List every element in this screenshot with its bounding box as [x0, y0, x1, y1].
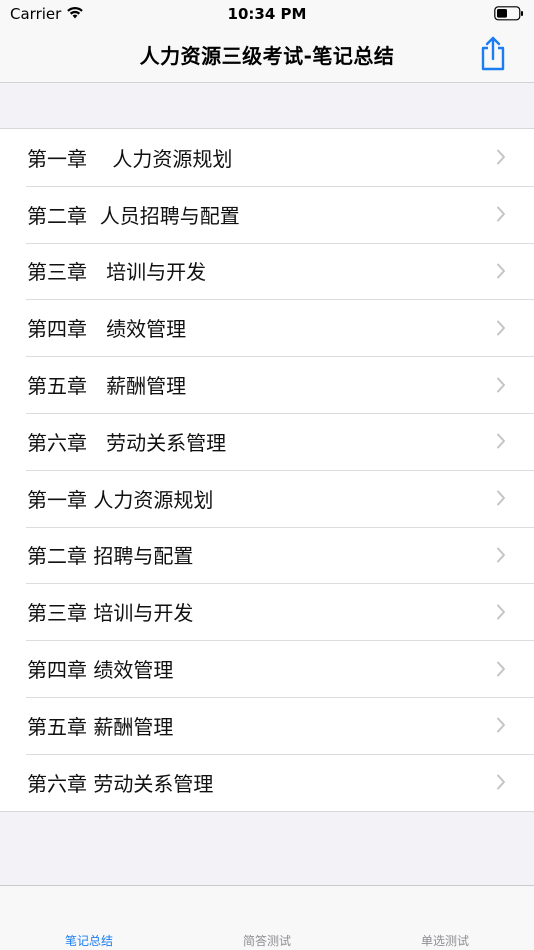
status-bar: Carrier 10:34 PM	[0, 0, 534, 28]
list-item-label: 第一章 人力资源规划	[27, 487, 214, 512]
list-item[interactable]: 第三章 培训与开发	[0, 242, 534, 300]
chevron-right-icon	[497, 206, 505, 222]
list-item[interactable]: 第二章 招聘与配置	[0, 526, 534, 584]
chevron-right-icon	[497, 149, 505, 165]
screen: Carrier 10:34 PM 人力资源三级考试-笔记总结 第一章 人力资源规…	[0, 0, 534, 950]
list-item[interactable]: 第三章 培训与开发	[0, 583, 534, 640]
list-item[interactable]: 第二章 人员招聘与配置	[0, 185, 534, 243]
list-item[interactable]: 第六章 劳动关系管理	[0, 753, 534, 811]
chevron-right-icon	[497, 604, 505, 620]
battery-icon	[494, 6, 523, 21]
navigation-bar: 人力资源三级考试-笔记总结	[0, 28, 534, 83]
chevron-right-icon	[497, 661, 505, 677]
chevron-right-icon	[497, 433, 505, 449]
list-item[interactable]: 第四章 绩效管理	[0, 640, 534, 697]
chevron-right-icon	[497, 490, 505, 506]
list-item-label: 第五章 薪酬管理	[27, 714, 174, 739]
chevron-right-icon	[497, 320, 505, 336]
tab-notes-summary[interactable]: 笔记总结	[0, 932, 178, 949]
page-title: 人力资源三级考试-笔记总结	[139, 44, 395, 68]
tab-bar: 笔记总结 简答测试 单选测试	[0, 885, 534, 950]
list-item[interactable]: 第五章 薪酬管理	[0, 696, 534, 754]
list-item-label: 第二章 招聘与配置	[27, 544, 194, 569]
chevron-right-icon	[497, 774, 505, 790]
list-item-label: 第四章 绩效管理	[27, 658, 174, 683]
chevron-right-icon	[497, 377, 505, 393]
chevron-right-icon	[497, 717, 505, 733]
status-time: 10:34 PM	[227, 5, 307, 23]
list-item[interactable]: 第一章 人力资源规划	[0, 129, 534, 186]
list-item[interactable]: 第四章 绩效管理	[0, 299, 534, 356]
tab-single-choice-test[interactable]: 单选测试	[356, 932, 534, 949]
list-item[interactable]: 第六章 劳动关系管理	[0, 412, 534, 470]
list-item-label: 第六章 劳动关系管理	[27, 771, 214, 796]
tab-short-answer-test[interactable]: 简答测试	[178, 932, 356, 949]
chevron-right-icon	[497, 547, 505, 563]
list-item-label: 第二章 人员招聘与配置	[27, 203, 240, 228]
share-icon[interactable]	[478, 36, 508, 72]
list-item[interactable]: 第五章 薪酬管理	[0, 356, 534, 413]
list-item[interactable]: 第一章 人力资源规划	[0, 469, 534, 527]
list-item-label: 第四章 绩效管理	[27, 317, 187, 342]
list-item-label: 第一章 人力资源规划	[27, 146, 233, 171]
list-item-label: 第五章 薪酬管理	[27, 374, 187, 399]
chevron-right-icon	[497, 263, 505, 279]
chapter-list: 第一章 人力资源规划 第二章 人员招聘与配置 第三章 培训与开发 第四章 绩效管理 第五…	[0, 128, 534, 812]
list-item-label: 第三章 培训与开发	[27, 601, 194, 626]
list-item-label: 第六章 劳动关系管理	[27, 430, 227, 455]
list-item-label: 第三章 培训与开发	[27, 260, 207, 285]
